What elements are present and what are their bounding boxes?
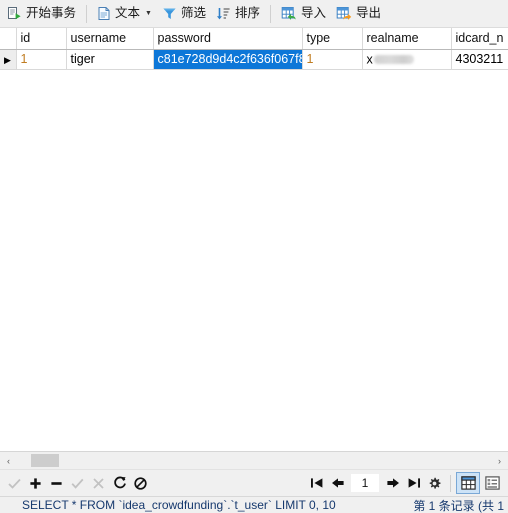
minus-icon <box>51 481 62 485</box>
filter-label: 筛选 <box>180 6 206 21</box>
next-page-icon <box>386 478 399 488</box>
transaction-icon <box>7 6 22 21</box>
current-row-arrow-icon: ▶ <box>4 55 11 65</box>
toolbar-separator-2 <box>270 4 271 23</box>
column-header-realname[interactable]: realname <box>362 28 452 50</box>
redaction-blur-overlay <box>373 54 414 64</box>
column-header-password[interactable]: password <box>153 28 303 50</box>
status-record-count: 第 1 条记录 (共 1 <box>413 498 504 513</box>
cross-icon <box>93 477 104 489</box>
text-button[interactable]: 文本 ▼ <box>92 2 157 26</box>
scrollbar-track[interactable] <box>17 452 491 469</box>
row-header-corner <box>0 28 17 50</box>
settings-button[interactable] <box>424 473 445 494</box>
cell-id[interactable]: 1 <box>16 49 67 70</box>
refresh-icon <box>113 476 126 489</box>
column-header-idcard-no[interactable]: idcard_n <box>451 28 508 50</box>
form-view-button[interactable] <box>480 472 504 494</box>
scroll-right-arrow-icon[interactable]: › <box>491 452 508 469</box>
grid-bottom-toolbar: 1 <box>0 470 508 496</box>
cancel-edit-button[interactable] <box>88 473 109 494</box>
first-page-button[interactable] <box>306 473 327 494</box>
sort-icon <box>216 6 231 21</box>
grid-view-button[interactable] <box>456 472 480 494</box>
export-label: 导出 <box>356 6 382 21</box>
filter-button[interactable]: 筛选 <box>157 2 211 26</box>
begin-transaction-label: 开始事务 <box>26 6 77 21</box>
sort-label: 排序 <box>234 6 260 21</box>
scroll-left-arrow-icon[interactable]: ‹ <box>0 452 17 469</box>
column-header-username[interactable]: username <box>66 28 154 50</box>
gear-icon <box>429 477 441 489</box>
plus-icon <box>30 477 41 489</box>
status-bar: SELECT * FROM `idea_crowdfunding`.`t_use… <box>0 496 508 513</box>
toolbar-separator-1 <box>86 4 88 23</box>
cell-type[interactable]: 1 <box>302 49 363 70</box>
funnel-icon <box>162 6 177 21</box>
prev-page-button[interactable] <box>327 473 348 494</box>
column-header-id[interactable]: id <box>16 28 67 50</box>
grid-view-icon <box>460 476 476 490</box>
form-view-icon <box>484 476 500 490</box>
prev-page-icon <box>331 478 344 488</box>
next-page-button[interactable] <box>382 473 403 494</box>
begin-transaction-button[interactable]: 开始事务 <box>2 2 81 26</box>
document-icon <box>97 6 111 21</box>
data-grid[interactable]: id username password type realname idcar… <box>0 28 508 452</box>
import-grid-icon <box>281 6 297 21</box>
last-page-icon <box>408 478 420 488</box>
confirm-edit-button[interactable] <box>67 473 88 494</box>
sort-button[interactable]: 排序 <box>211 2 265 26</box>
main-toolbar: 开始事务 文本 ▼ 筛选 排序 导入 导出 <box>0 0 508 28</box>
page-number-input[interactable]: 1 <box>350 473 380 493</box>
export-grid-icon <box>336 6 352 21</box>
horizontal-scrollbar[interactable]: ‹ › <box>0 452 508 470</box>
first-page-icon <box>310 478 322 488</box>
text-label: 文本 <box>115 6 141 21</box>
apply-button[interactable] <box>4 473 25 494</box>
cell-idcard-no[interactable]: 4303211 <box>451 49 508 70</box>
delete-record-button[interactable] <box>46 473 67 494</box>
chevron-down-icon[interactable]: ▼ <box>145 10 152 17</box>
check-icon <box>71 478 84 489</box>
import-label: 导入 <box>301 6 327 21</box>
refresh-button[interactable] <box>109 473 130 494</box>
cell-realname-text: x <box>366 52 373 67</box>
scrollbar-thumb[interactable] <box>31 454 59 467</box>
page-number-value: 1 <box>361 476 369 490</box>
table-row[interactable]: ▶ 1 tiger c81e728d9d4c2f636f067f8 1 x 43… <box>0 49 508 70</box>
export-button[interactable]: 导出 <box>331 2 386 26</box>
table-header-row: id username password type realname idcar… <box>0 28 508 50</box>
cell-username[interactable]: tiger <box>66 49 154 70</box>
check-partial-icon <box>8 478 21 489</box>
database-grid-window: 开始事务 文本 ▼ 筛选 排序 导入 导出 id username passwo… <box>0 0 508 513</box>
cell-realname[interactable]: x <box>362 49 452 70</box>
row-marker-cell[interactable]: ▶ <box>0 49 17 70</box>
bottom-toolbar-separator <box>450 474 451 492</box>
result-table: id username password type realname idcar… <box>0 28 508 70</box>
stop-button[interactable] <box>130 473 151 494</box>
last-page-button[interactable] <box>403 473 424 494</box>
column-header-type[interactable]: type <box>302 28 363 50</box>
stop-icon <box>134 476 147 490</box>
cell-password[interactable]: c81e728d9d4c2f636f067f8 <box>153 49 303 70</box>
add-record-button[interactable] <box>25 473 46 494</box>
import-button[interactable]: 导入 <box>276 2 331 26</box>
status-sql-text: SELECT * FROM `idea_crowdfunding`.`t_use… <box>22 498 336 512</box>
